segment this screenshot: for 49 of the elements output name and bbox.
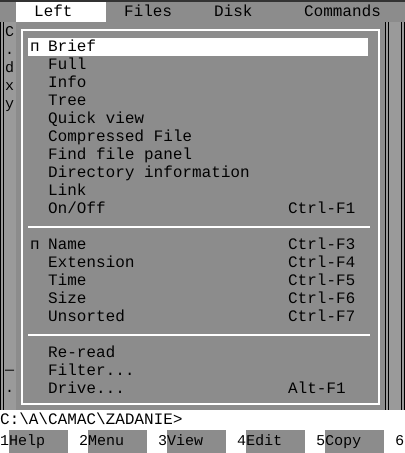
key-number: 5 (316, 432, 326, 452)
key-number: 2 (79, 432, 88, 452)
panel-text: . (5, 380, 16, 398)
menu-item[interactable]: п Brief (28, 38, 368, 56)
function-key[interactable]: View (167, 430, 226, 453)
menu-item[interactable]: Quick view (28, 110, 368, 128)
panel-text: — (5, 362, 16, 380)
menu-item[interactable]: Compressed File (28, 128, 368, 146)
shortcut-text: Ctrl-F3 (288, 236, 356, 254)
shortcut-text: Ctrl-F1 (288, 200, 356, 218)
key-number: 3 (158, 432, 168, 452)
menu-item[interactable]: Unsorted Ctrl-F7 (28, 308, 368, 326)
check-mark: п (30, 38, 40, 56)
panel-text: . (5, 42, 16, 60)
key-number: 6 (395, 432, 404, 452)
shortcut-text: Alt-F1 (288, 380, 346, 398)
menu-item[interactable]: Directory information (28, 164, 368, 182)
menu-item[interactable]: Tree (28, 92, 368, 110)
panel-text: y (5, 96, 16, 114)
menu-item[interactable]: Time Ctrl-F5 (28, 272, 368, 290)
menu-item[interactable]: Re-read (28, 344, 368, 362)
panel-text: d (5, 60, 16, 78)
menu-item[interactable]: Full (28, 56, 368, 74)
menu-item[interactable]: Size Ctrl-F6 (28, 290, 368, 308)
menu-item[interactable]: Info (28, 74, 368, 92)
function-key[interactable]: Menu (88, 430, 148, 453)
command-prompt[interactable]: C:\A\CAMAC\ZADANIE> (0, 410, 182, 430)
menu-item[interactable]: Find file panel (28, 146, 368, 164)
shortcut-text: Ctrl-F7 (288, 308, 356, 326)
menu-item[interactable]: On/Off Ctrl-F1 (28, 200, 368, 218)
panel-text: x (5, 78, 16, 96)
menu-item[interactable]: Extension Ctrl-F4 (28, 254, 368, 272)
shortcut-text: Ctrl-F4 (288, 254, 356, 272)
key-number: 1 (0, 432, 10, 452)
menu-tab[interactable]: Files (106, 2, 196, 22)
panel-text: C (5, 24, 16, 42)
shortcut-text: Ctrl-F5 (288, 272, 356, 290)
function-key[interactable]: Edit (246, 430, 306, 453)
shortcut-text: Ctrl-F6 (288, 290, 356, 308)
menu-item[interactable]: Drive... Alt-F1 (28, 380, 368, 398)
function-key[interactable]: Help (9, 430, 68, 453)
menu-item[interactable]: Link (28, 182, 368, 200)
menu-tab[interactable]: Left (16, 2, 106, 22)
menu-tab[interactable]: Disk (196, 2, 286, 22)
menu-item[interactable]: п Name Ctrl-F3 (28, 236, 368, 254)
key-number: 4 (237, 432, 246, 452)
menu-item[interactable]: Filter... (28, 362, 368, 380)
check-mark: п (30, 236, 40, 254)
function-key[interactable]: Copy (325, 430, 384, 453)
